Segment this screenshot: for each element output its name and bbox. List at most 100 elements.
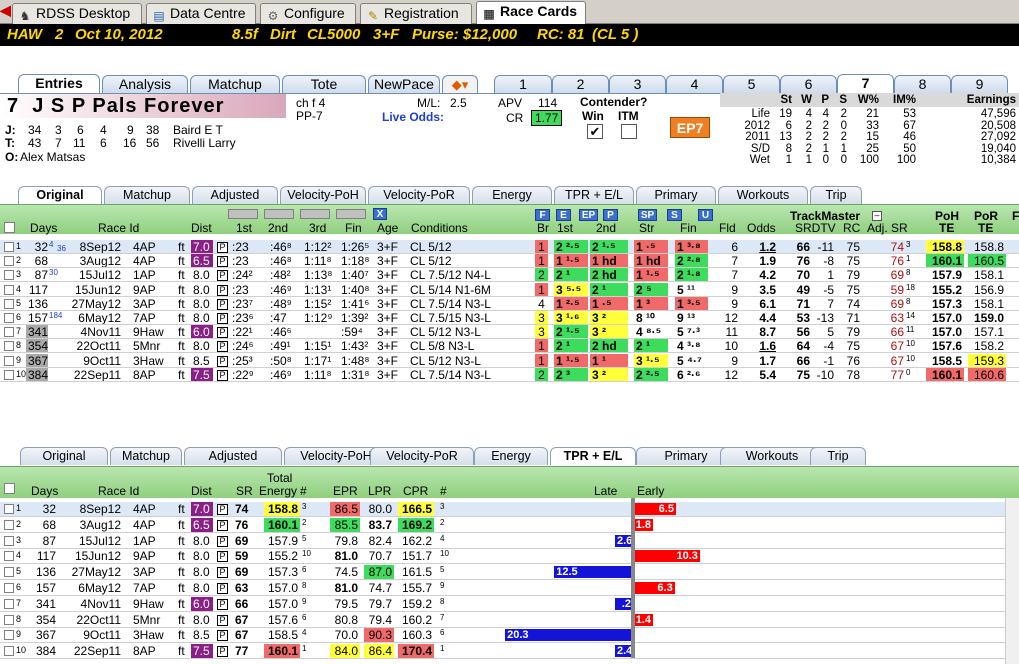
row-checkbox[interactable]: [4, 583, 14, 593]
table-row[interactable]: 8 354 22Oct11 5Mnr ft 8.0 P 67 157.6 6 80.8 79.4 160…: [0, 613, 1019, 627]
table-row[interactable]: 5 136 27May12 3AP ft 8.0 P 69 157.3 6 74.5 87.0 161.…: [0, 565, 1019, 580]
race-cell[interactable]: 4AP: [133, 518, 156, 532]
row-checkbox[interactable]: [4, 646, 14, 657]
sub-tab-energy[interactable]: Energy: [474, 447, 548, 465]
x-button[interactable]: X: [373, 208, 387, 220]
race-cell[interactable]: 4AP: [133, 502, 156, 516]
row-checkbox[interactable]: [4, 327, 14, 338]
row-checkbox[interactable]: [4, 567, 14, 578]
post-tab-3[interactable]: 3: [609, 75, 666, 93]
table-row[interactable]: 7 341 4Nov11 9Haw ft 6.0 P:22¹:46⁶:59⁴ 3+F CL 5/…: [0, 325, 1019, 340]
row-checkbox[interactable]: [4, 535, 14, 546]
select-all-checkbox-2[interactable]: [4, 483, 15, 494]
row-checkbox[interactable]: [4, 519, 14, 530]
col-btn[interactable]: [336, 209, 366, 219]
race-cell[interactable]: 5Mnr: [133, 613, 160, 627]
col-btn[interactable]: [300, 209, 330, 219]
sub-tab-velocity-por[interactable]: Velocity-PoR: [368, 186, 470, 204]
pace-button-sp[interactable]: SP: [638, 209, 657, 221]
pace-button-f[interactable]: F: [535, 209, 550, 221]
race-cell[interactable]: 1AP: [133, 534, 156, 548]
post-tab-9[interactable]: 9: [951, 75, 1008, 93]
sub-tab-original[interactable]: Original: [20, 447, 108, 465]
post-tab-1[interactable]: 1: [494, 75, 552, 93]
tab-tote[interactable]: Tote: [282, 75, 366, 93]
sub-tab-tpr-e-l[interactable]: TPR + E/L: [554, 186, 634, 204]
race-cell[interactable]: 1AP: [133, 268, 156, 282]
table-row[interactable]: 1 32 4 3 6 8Sep12 4AP ft 7.0 P:23:46⁸ 1:12² 1:26⁵ 3+…: [0, 240, 1019, 254]
row-checkbox[interactable]: [4, 369, 14, 380]
post-tab-4[interactable]: 4: [666, 75, 723, 93]
table-row[interactable]: 3 87 30 15Jul12 1AP ft 8.0 P:24²:48² 1:13⁸ 1:40⁷ 3…: [0, 268, 1019, 283]
scrollbar[interactable]: [1005, 498, 1019, 664]
sub-tab-trip[interactable]: Trip: [810, 186, 862, 204]
table-row[interactable]: 5 136 27May12 3AP ft 8.0 P:23⁷:48⁹ 1:15² 1:41⁶ 3+…: [0, 296, 1019, 311]
back-arrow-icon[interactable]: ◀: [0, 2, 12, 18]
race-cell[interactable]: 3Haw: [133, 354, 164, 368]
settings-tab[interactable]: ◆▾: [442, 75, 478, 93]
row-checkbox[interactable]: [4, 313, 14, 323]
row-checkbox[interactable]: [4, 242, 14, 252]
pace-button-u[interactable]: U: [698, 209, 713, 221]
sub-tab-matchup[interactable]: Matchup: [110, 447, 182, 465]
table-row[interactable]: 4 117 15Jun12 9AP ft 8.0 P 59 155.2 10 81.0 70.7 151…: [0, 549, 1019, 563]
sub-tab-velocity-poh[interactable]: Velocity-PoH: [280, 186, 366, 204]
table-row[interactable]: 9 367 9Oct11 3Haw ft 8.5 P:25³:50⁸ 1:17¹ 1:48⁸ 3+…: [0, 353, 1019, 368]
pace-button-e[interactable]: E: [556, 209, 571, 221]
tab-analysis[interactable]: Analysis: [102, 75, 188, 93]
sub-tab-workouts[interactable]: Workouts: [720, 447, 824, 465]
race-cell[interactable]: 4AP: [133, 240, 156, 254]
table-row[interactable]: 10 384 22Sep11 8AP ft 7.5 P:22⁹:46⁹ 1:11⁸ 1:31⁸ 3…: [0, 367, 1019, 382]
table-row[interactable]: 9 367 9Oct11 3Haw ft 8.5 P 67 158.5 4 70.0 90.3 160.…: [0, 628, 1019, 643]
itm-checkbox[interactable]: [621, 124, 637, 139]
pace-button-s[interactable]: S: [667, 209, 682, 221]
sub-tab-workouts[interactable]: Workouts: [718, 186, 808, 204]
table-row[interactable]: 6 157 184 6May12 7AP ft 8.0 P:23⁶:47 1:12⁹ 1:39² 3…: [0, 311, 1019, 325]
race-cell[interactable]: 4AP: [133, 254, 156, 268]
row-checkbox[interactable]: [4, 504, 14, 514]
row-checkbox[interactable]: [4, 284, 14, 295]
sub-tab-original[interactable]: Original: [18, 186, 102, 204]
tab-race-cards[interactable]: ▦ Race Cards: [476, 1, 586, 25]
table-row[interactable]: 6 157 6May12 7AP ft 8.0 P 63 157.0 8 81.0 74.7 155.7…: [0, 581, 1019, 595]
table-row[interactable]: 8 354 22Oct11 5Mnr ft 8.0 P:24⁶:49¹ 1:15¹ 1:43² 3…: [0, 339, 1019, 354]
win-checkbox[interactable]: ✔: [587, 124, 603, 139]
race-cell[interactable]: 9Haw: [133, 597, 164, 611]
race-cell[interactable]: 7AP: [133, 581, 156, 595]
race-cell[interactable]: 5Mnr: [133, 339, 160, 353]
col-btn[interactable]: [228, 209, 258, 219]
race-cell[interactable]: 3AP: [133, 297, 156, 311]
trainer-name[interactable]: Rivelli Larry: [173, 136, 236, 150]
row-checkbox[interactable]: [4, 298, 14, 309]
table-row[interactable]: 2 68 3Aug12 4AP ft 6.5 P:23:46⁸ 1:11⁸ 1:18⁸ 3+F CL…: [0, 254, 1019, 269]
live-odds-link[interactable]: Live Odds:: [382, 110, 444, 124]
select-all-checkbox[interactable]: [4, 222, 15, 233]
sub-tab-matchup[interactable]: Matchup: [104, 186, 190, 204]
tab-configure[interactable]: ⚙ Configure: [260, 3, 356, 24]
race-cell[interactable]: 7AP: [133, 311, 156, 325]
collapse-icon[interactable]: –: [872, 211, 882, 221]
race-cell[interactable]: 8AP: [133, 644, 156, 658]
row-checkbox[interactable]: [4, 630, 14, 641]
post-tab-7[interactable]: 7: [837, 74, 894, 94]
tab-entries[interactable]: Entries: [18, 74, 100, 94]
race-cell[interactable]: 8AP: [133, 368, 156, 382]
pace-button-ep[interactable]: EP: [579, 209, 598, 221]
jockey-name[interactable]: Baird E T: [173, 123, 223, 137]
race-cell[interactable]: 9AP: [133, 283, 156, 297]
tab-registration[interactable]: ✎ Registration: [360, 3, 472, 24]
tab-rdss-desktop[interactable]: ♞ RDSS Desktop: [12, 3, 142, 24]
table-row[interactable]: 2 68 3Aug12 4AP ft 6.5 P 76 160.1 2 85.5 83.7 169.2 2…: [0, 517, 1019, 532]
post-tab-8[interactable]: 8: [894, 75, 951, 93]
post-tab-5[interactable]: 5: [723, 75, 780, 93]
table-row[interactable]: 1 32 8Sep12 4AP ft 7.0 P 74 158.8 3 86.5 80.0 166.5 3…: [0, 502, 1019, 516]
sub-tab-primary[interactable]: Primary: [636, 186, 716, 204]
row-checkbox[interactable]: [4, 598, 14, 609]
race-cell[interactable]: 3AP: [133, 565, 156, 579]
post-tab-6[interactable]: 6: [780, 75, 837, 93]
pace-button-p[interactable]: P: [603, 209, 618, 221]
sub-tab-trip[interactable]: Trip: [810, 447, 866, 465]
sub-tab-adjusted[interactable]: Adjusted: [184, 447, 282, 465]
tab-matchup[interactable]: Matchup: [190, 75, 280, 93]
tab-data-centre[interactable]: ▤ Data Centre: [146, 3, 256, 24]
